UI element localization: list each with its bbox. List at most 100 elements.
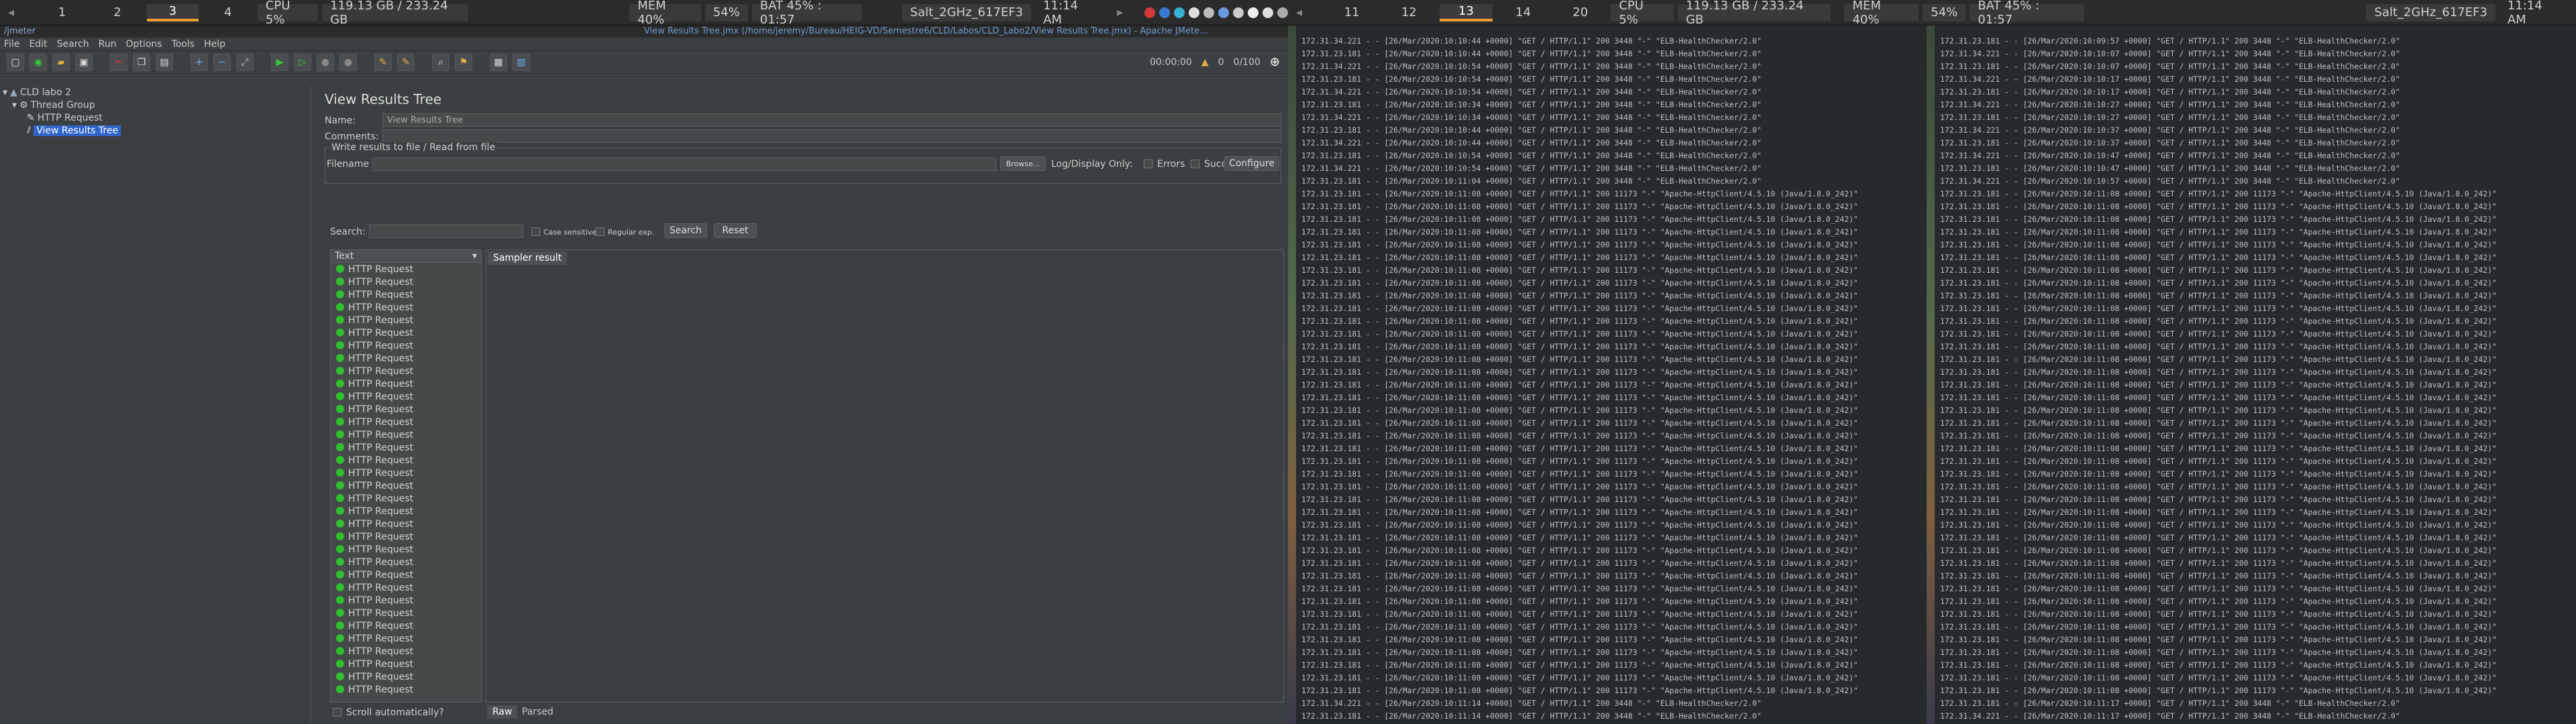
errors-checkbox[interactable] <box>1144 160 1152 168</box>
workspace-13[interactable]: 13 <box>1439 3 1493 21</box>
workspace-12[interactable]: 12 <box>1383 4 1436 21</box>
menu-tools[interactable]: Tools <box>172 39 195 50</box>
list-item[interactable]: HTTP Request <box>331 492 481 505</box>
workspace-2[interactable]: 2 <box>92 4 143 21</box>
comments-field[interactable] <box>382 129 1281 143</box>
search-button[interactable]: Search <box>664 223 707 238</box>
templates-icon[interactable]: ◉ <box>30 53 47 71</box>
tab-raw[interactable]: Raw <box>487 705 518 719</box>
list-item[interactable]: HTTP Request <box>331 301 481 314</box>
list-item[interactable]: HTTP Request <box>331 416 481 428</box>
search-icon[interactable]: ⌕ <box>432 53 449 71</box>
list-item[interactable]: HTTP Request <box>331 568 481 581</box>
list-item[interactable]: HTTP Request <box>331 683 481 696</box>
list-item[interactable]: HTTP Request <box>331 288 481 301</box>
reset-search-icon[interactable]: ⚑ <box>455 53 472 71</box>
configure-button[interactable]: Configure <box>1224 156 1279 171</box>
list-item[interactable]: HTTP Request <box>331 543 481 556</box>
bluetooth-icon[interactable] <box>1218 7 1229 18</box>
paste-icon[interactable]: ▤ <box>156 53 173 71</box>
case-sensitive-checkbox[interactable] <box>531 227 540 236</box>
scroll-auto-checkbox[interactable] <box>333 708 341 717</box>
list-item[interactable]: HTTP Request <box>331 632 481 645</box>
list-item[interactable]: HTTP Request <box>331 263 481 276</box>
copy-icon[interactable]: ❐ <box>133 53 150 71</box>
list-item[interactable]: HTTP Request <box>331 314 481 326</box>
collapse-toggle-icon[interactable]: ▾ <box>12 100 17 111</box>
tree-node-test-plan[interactable]: ▾ ▲ CLD labo 2 <box>0 86 311 99</box>
list-item[interactable]: HTTP Request <box>331 339 481 352</box>
toggle-icon[interactable]: ⤢ <box>236 53 254 71</box>
list-item[interactable]: HTTP Request <box>331 581 481 594</box>
workspace-14[interactable]: 14 <box>1497 4 1550 21</box>
results-list[interactable]: Text ▾ HTTP Request HTTP Request HTTP Requ… <box>330 249 482 703</box>
workspace-11[interactable]: 11 <box>1326 4 1379 21</box>
menu-options[interactable]: Options <box>126 39 162 50</box>
name-field[interactable]: View Results Tree <box>382 113 1281 127</box>
volume-icon[interactable] <box>1203 7 1214 18</box>
stop-icon[interactable]: ● <box>317 53 334 71</box>
workspace-1[interactable]: 1 <box>36 4 87 21</box>
start-no-pause-icon[interactable]: ▷ <box>294 53 311 71</box>
shield-icon[interactable] <box>1233 7 1244 18</box>
list-item[interactable]: HTTP Request <box>331 479 481 492</box>
wifi-icon[interactable] <box>1263 7 1273 18</box>
list-item[interactable]: HTTP Request <box>331 377 481 390</box>
list-item[interactable]: HTTP Request <box>331 619 481 632</box>
expand-icon[interactable]: + <box>191 53 208 71</box>
browse-button[interactable]: Browse... <box>1000 156 1046 171</box>
list-item[interactable]: HTTP Request <box>331 505 481 518</box>
warning-icon[interactable]: ▲ <box>1201 57 1209 68</box>
list-item[interactable]: HTTP Request <box>331 530 481 543</box>
successes-checkbox[interactable] <box>1191 160 1199 168</box>
search-field[interactable] <box>369 225 523 238</box>
workspace-3[interactable]: 3 <box>147 3 199 21</box>
list-item[interactable]: HTTP Request <box>331 518 481 530</box>
tray-blue-icon[interactable] <box>1159 7 1170 18</box>
terminal-right[interactable]: 172.31.23.181 - - [26/Mar/2020:10:09:57 … <box>1935 25 2576 724</box>
shutdown-icon[interactable]: ● <box>339 53 357 71</box>
workspace-4[interactable]: 4 <box>203 4 254 21</box>
list-item[interactable]: HTTP Request <box>331 594 481 607</box>
list-item[interactable]: HTTP Request <box>331 276 481 288</box>
menu-file[interactable]: File <box>4 39 19 50</box>
tree-node-thread-group[interactable]: ▾ ⚙ Thread Group <box>0 99 311 111</box>
list-header[interactable]: Text ▾ <box>331 250 481 263</box>
tray-cyan-icon[interactable] <box>1174 7 1185 18</box>
tray-white-icon[interactable] <box>1189 7 1199 18</box>
list-item[interactable]: HTTP Request <box>331 403 481 416</box>
clear-all-icon[interactable]: ✎ <box>397 53 415 71</box>
tab-parsed[interactable]: Parsed <box>517 705 559 719</box>
new-icon[interactable]: ▢ <box>7 53 24 71</box>
filename-field[interactable] <box>372 158 996 171</box>
list-item[interactable]: HTTP Request <box>331 645 481 658</box>
clear-icon[interactable]: ✎ <box>374 53 392 71</box>
function-helper-icon[interactable]: ▦ <box>490 53 507 71</box>
collapse-icon[interactable]: − <box>213 53 231 71</box>
regular-exp-checkbox[interactable] <box>596 227 604 236</box>
terminal-left[interactable]: 172.31.34.221 - - [26/Mar/2020:10:10:44 … <box>1296 25 1927 724</box>
link-icon[interactable] <box>1277 7 1288 18</box>
list-item[interactable]: HTTP Request <box>331 352 481 365</box>
menu-help[interactable]: Help <box>204 39 225 50</box>
dropdown-icon[interactable]: ▾ <box>472 251 477 261</box>
list-item[interactable]: HTTP Request <box>331 441 481 454</box>
workspace-20[interactable]: 20 <box>1554 4 1607 21</box>
tray-red-icon[interactable] <box>1144 7 1155 18</box>
list-item[interactable]: HTTP Request <box>331 326 481 339</box>
start-icon[interactable]: ▶ <box>271 53 288 71</box>
tree-node-view-results-tree[interactable]: ⫽ View Results Tree <box>0 124 311 137</box>
arrow-icon[interactable]: ▸ <box>1109 4 1135 21</box>
menu-search[interactable]: Search <box>57 39 89 50</box>
cut-icon[interactable]: ✂ <box>110 53 127 71</box>
list-item[interactable]: HTTP Request <box>331 467 481 479</box>
list-item[interactable]: HTTP Request <box>331 670 481 683</box>
list-item[interactable]: HTTP Request <box>331 365 481 377</box>
menu-run[interactable]: Run <box>99 39 117 50</box>
notification-icon[interactable] <box>1248 7 1258 18</box>
list-item[interactable]: HTTP Request <box>331 607 481 619</box>
open-icon[interactable]: ▰ <box>52 53 70 71</box>
menu-edit[interactable]: Edit <box>29 39 47 50</box>
list-item[interactable]: HTTP Request <box>331 454 481 467</box>
list-item[interactable]: HTTP Request <box>331 556 481 568</box>
